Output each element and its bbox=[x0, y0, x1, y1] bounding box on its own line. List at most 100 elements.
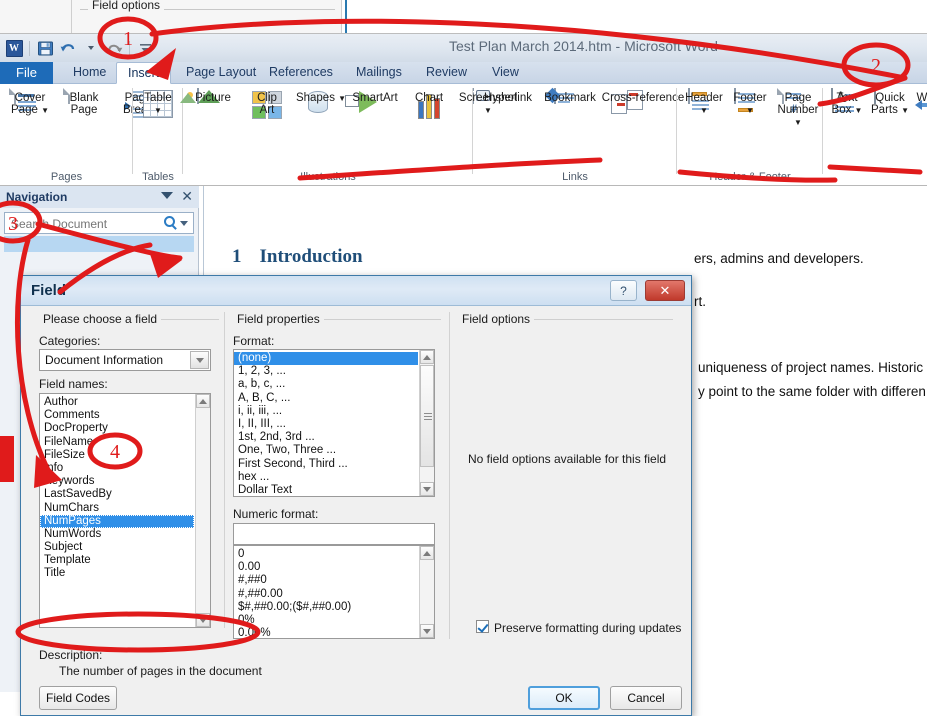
list-item[interactable]: Author bbox=[40, 396, 194, 409]
wordart-button[interactable]: Wo bbox=[913, 86, 927, 121]
table-button[interactable]: Table ▼ bbox=[133, 86, 183, 121]
list-item[interactable]: One, Two, Three ... bbox=[234, 444, 418, 457]
list-item[interactable]: Subject bbox=[40, 541, 194, 554]
search-input-field[interactable] bbox=[9, 216, 159, 232]
list-item[interactable]: (none) bbox=[234, 352, 418, 366]
tab-references[interactable]: References bbox=[258, 62, 344, 84]
list-item[interactable]: $#,##0.00;($#,##0.00) bbox=[234, 601, 418, 614]
list-item[interactable]: 0 bbox=[234, 548, 418, 561]
categories-combobox[interactable]: Document Information bbox=[39, 349, 211, 371]
tab-view[interactable]: View bbox=[481, 62, 530, 84]
cover-page-button[interactable]: Cover Page ▼ bbox=[3, 86, 57, 121]
text-box-button[interactable]: A Text Box ▼ bbox=[827, 86, 867, 121]
chevron-down-icon[interactable] bbox=[161, 192, 173, 199]
numeric-format-scrollbar[interactable] bbox=[419, 546, 434, 638]
top-partial-dialog-strip: Field options bbox=[0, 0, 927, 34]
close-icon[interactable]: ✕ bbox=[645, 280, 685, 301]
list-item[interactable]: Info bbox=[40, 462, 194, 475]
tab-review[interactable]: Review bbox=[415, 62, 478, 84]
preserve-formatting-label: Preserve formatting during updates bbox=[494, 621, 682, 635]
format-listbox[interactable]: (none) 1, 2, 3, ... a, b, c, ... A, B, C, .… bbox=[233, 349, 435, 497]
ribbon-tab-strip: File Home Insert Page Layout References … bbox=[0, 62, 927, 84]
search-icon[interactable] bbox=[164, 216, 175, 227]
cross-reference-button[interactable]: Cross-reference bbox=[601, 86, 685, 121]
list-item[interactable]: Template bbox=[40, 554, 194, 567]
page-number-button[interactable]: # Page Number ▼ bbox=[773, 86, 823, 127]
field-names-listbox[interactable]: Author Comments DocProperty FileName FileSiz… bbox=[39, 393, 211, 628]
quick-parts-button[interactable]: Quick Parts ▼ bbox=[867, 86, 913, 121]
text-box-label: Text Box ▼ bbox=[831, 92, 863, 116]
picture-button[interactable]: Picture bbox=[180, 86, 240, 121]
scroll-down-button[interactable] bbox=[420, 482, 434, 496]
field-codes-button[interactable]: Field Codes bbox=[39, 686, 117, 710]
chevron-down-icon[interactable] bbox=[190, 351, 209, 369]
list-item[interactable]: a, b, c, ... bbox=[234, 378, 418, 391]
list-item[interactable]: #,##0.00 bbox=[234, 588, 418, 601]
description-text: The number of pages in the document bbox=[59, 664, 262, 678]
numeric-format-listbox[interactable]: 0 0.00 #,##0 #,##0.00 $#,##0.00;($#,##0.00) 0… bbox=[233, 545, 435, 639]
field-dialog: Field ? ✕ Please choose a field Categori… bbox=[20, 275, 692, 716]
close-icon[interactable]: ✕ bbox=[181, 189, 193, 203]
clip-art-button[interactable]: Clip Art bbox=[240, 86, 294, 121]
categories-value: Document Information bbox=[45, 353, 164, 367]
help-icon[interactable]: ? bbox=[610, 280, 637, 301]
scroll-down-button[interactable] bbox=[420, 624, 434, 638]
preserve-formatting-checkbox[interactable] bbox=[476, 620, 489, 633]
field-options-message: No field options available for this fiel… bbox=[467, 452, 667, 466]
tab-mailings[interactable]: Mailings bbox=[345, 62, 413, 84]
list-item[interactable]: LastSavedBy bbox=[40, 488, 194, 501]
list-item[interactable]: NumChars bbox=[40, 502, 194, 515]
cancel-button[interactable]: Cancel bbox=[610, 686, 682, 710]
shapes-button[interactable]: Shapes ▼ bbox=[294, 86, 348, 121]
tab-home[interactable]: Home bbox=[62, 62, 117, 84]
list-item[interactable]: 0.00 bbox=[234, 561, 418, 574]
tab-page-layout[interactable]: Page Layout bbox=[175, 62, 267, 84]
list-item[interactable]: I, II, III, ... bbox=[234, 418, 418, 431]
list-item[interactable]: Dollar Text bbox=[234, 484, 418, 496]
numeric-format-input[interactable] bbox=[233, 523, 435, 545]
list-item[interactable]: 1, 2, 3, ... bbox=[234, 365, 418, 378]
list-item[interactable]: 1st, 2nd, 3rd ... bbox=[234, 431, 418, 444]
list-item[interactable]: NumWords bbox=[40, 528, 194, 541]
field-names-scrollbar[interactable] bbox=[195, 394, 210, 627]
navigation-selected-heading[interactable] bbox=[4, 236, 194, 252]
ok-button[interactable]: OK bbox=[528, 686, 600, 710]
scroll-thumb[interactable] bbox=[420, 365, 434, 467]
list-item[interactable]: i, ii, iii, ... bbox=[234, 405, 418, 418]
list-item[interactable]: 0% bbox=[234, 614, 418, 627]
list-item[interactable]: Title bbox=[40, 567, 194, 580]
list-item[interactable]: Comments bbox=[40, 409, 194, 422]
ribbon-group-links: Hyperlink Bookmark Cross-reference Links bbox=[473, 84, 684, 184]
smartart-button[interactable]: SmartArt bbox=[345, 86, 402, 121]
footer-button[interactable]: Footer ▼ bbox=[727, 86, 773, 121]
list-item[interactable]: #,##0 bbox=[234, 574, 418, 587]
search-options-chevron-icon[interactable] bbox=[180, 221, 188, 226]
list-item[interactable]: Keywords bbox=[40, 475, 194, 488]
search-input[interactable] bbox=[4, 212, 194, 234]
list-item[interactable]: First Second, Third ... bbox=[234, 458, 418, 471]
scroll-up-button[interactable] bbox=[420, 546, 434, 560]
document-title-text: Test Plan March 2014.htm - Microsoft Wor… bbox=[449, 38, 718, 54]
title-bar: W Test Plan March 2014.htm - Microsoft W… bbox=[0, 34, 927, 62]
blank-page-button[interactable]: Blank Page bbox=[57, 86, 111, 121]
list-item[interactable]: DocProperty bbox=[40, 422, 194, 435]
list-item[interactable]: A, B, C, ... bbox=[234, 392, 418, 405]
list-item[interactable]: FileName bbox=[40, 436, 194, 449]
hyperlink-button[interactable]: Hyperlink bbox=[477, 86, 539, 121]
header-button[interactable]: Header ▼ bbox=[681, 86, 727, 121]
chart-button[interactable]: Chart bbox=[402, 86, 456, 121]
bookmark-label: Bookmark bbox=[544, 92, 596, 104]
ribbon-group-label-header-footer: Header & Footer bbox=[709, 171, 791, 183]
list-item[interactable]: FileSize bbox=[40, 449, 194, 462]
bookmark-button[interactable]: Bookmark bbox=[539, 86, 601, 121]
list-item[interactable]: NumPages bbox=[40, 514, 194, 528]
format-scrollbar[interactable] bbox=[419, 350, 434, 496]
scroll-up-button[interactable] bbox=[420, 350, 434, 364]
document-line-2: ers, admins and developers. bbox=[694, 251, 864, 266]
scroll-up-button[interactable] bbox=[196, 394, 210, 408]
list-item[interactable]: hex ... bbox=[234, 471, 418, 484]
scroll-down-button[interactable] bbox=[196, 613, 210, 627]
list-item[interactable]: 0.00% bbox=[234, 627, 418, 638]
tab-file[interactable]: File bbox=[0, 62, 53, 84]
tab-insert[interactable]: Insert bbox=[116, 62, 172, 84]
